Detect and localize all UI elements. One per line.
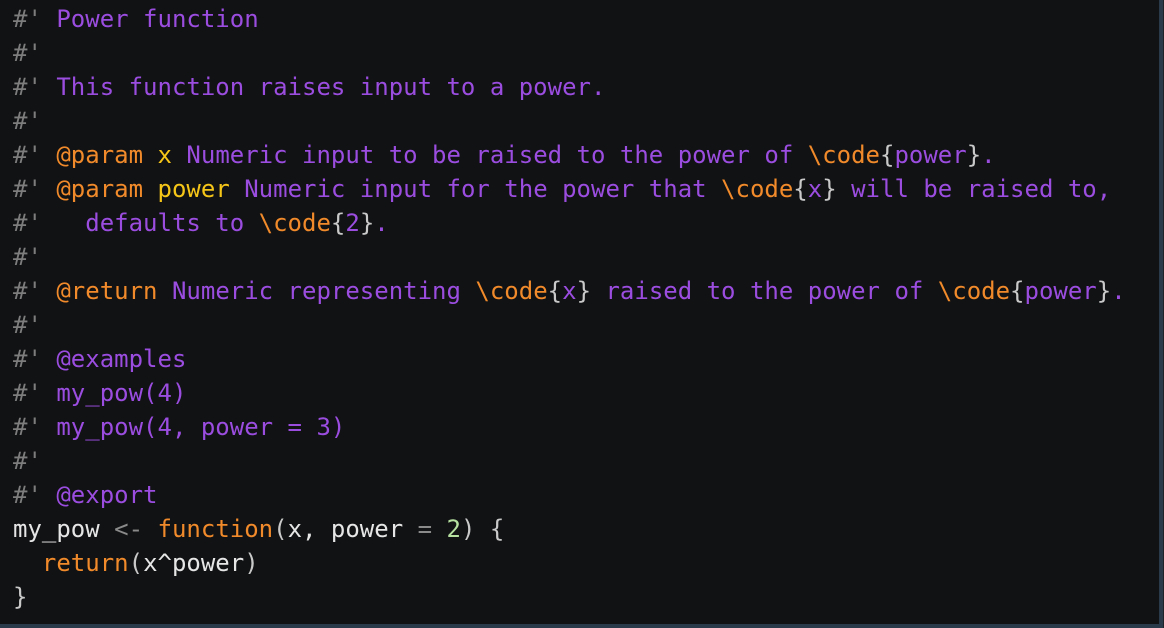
code-token-cmd: \code [807, 141, 880, 169]
code-token-hash: #' [13, 73, 42, 101]
code-line[interactable]: return(x^power) [13, 546, 1126, 580]
code-token-hash: #' [13, 5, 42, 33]
code-token-ident: x, power [287, 515, 418, 543]
code-line[interactable]: #' @param x Numeric input to be raised t… [13, 138, 1126, 172]
code-line[interactable]: #' @export [13, 478, 1126, 512]
code-token-comment: . [374, 209, 389, 237]
code-token-ident [143, 515, 157, 543]
code-token-tag: @param [56, 175, 144, 203]
code-token-brace: { [547, 277, 563, 305]
code-token-punc: ( [273, 515, 288, 543]
code-token-comment: 2 [345, 209, 360, 237]
code-token-comment: Numeric input for the power that [229, 175, 722, 203]
code-token-ident: x^power [143, 549, 245, 577]
code-token-hash: #' [13, 141, 42, 169]
code-token-brace: } [576, 277, 592, 305]
code-editor[interactable]: #' Power function #' #' This function rais… [0, 0, 1163, 628]
code-token-hash: #' [13, 209, 42, 237]
code-token-tag: @param [56, 141, 144, 169]
code-line[interactable]: #' @param power Numeric input for the po… [13, 172, 1126, 206]
code-token-comment: Numeric input to be raised to the power … [171, 141, 808, 169]
code-token-brace: { [793, 175, 808, 203]
code-token-comment [42, 345, 56, 373]
code-token-comment [42, 277, 56, 305]
code-line[interactable]: } [13, 580, 1126, 614]
code-token-brace: } [1096, 277, 1112, 305]
code-token-comment: Numeric representing [157, 277, 476, 305]
code-token-comment: @examples [56, 345, 187, 373]
code-token-punc: } [13, 583, 28, 611]
code-token-comment: . [981, 141, 996, 169]
code-token-comment: @export [56, 481, 158, 509]
code-token-hash: #' [13, 175, 42, 203]
code-line[interactable]: #' @examples [13, 342, 1126, 376]
code-token-comment: x [562, 277, 577, 305]
code-token-hash: #' [13, 39, 42, 67]
code-token-cmd: \code [258, 209, 331, 237]
code-token-num: 2 [446, 515, 461, 543]
code-token-hash: #' [13, 107, 42, 135]
code-token-ident [432, 515, 446, 543]
code-token-tag: @return [56, 277, 158, 305]
code-line[interactable]: #' @return Numeric representing \code{x}… [13, 274, 1126, 308]
code-line[interactable]: #' Power function [13, 2, 1126, 36]
code-area[interactable]: #' Power function #' #' This function rais… [13, 2, 1126, 614]
code-line[interactable]: #' This function raises input to a power… [13, 70, 1126, 104]
code-token-hash: #' [13, 413, 42, 441]
code-token-comment: power [1024, 277, 1097, 305]
code-token-hash: #' [13, 379, 42, 407]
code-token-comment: x [807, 175, 823, 203]
code-token-param: x [157, 141, 172, 169]
code-token-comment [42, 141, 56, 169]
code-token-comment: defaults to [41, 209, 259, 237]
code-token-comment: raised to the power of [591, 277, 938, 305]
code-line[interactable]: #' [13, 104, 1126, 138]
code-token-hash: #' [13, 481, 42, 509]
code-token-comment: This function raises input to a power. [41, 73, 606, 101]
code-token-ident: my_pow [13, 515, 115, 543]
code-token-comment: will be raised to, [836, 175, 1112, 203]
code-token-brace: { [879, 141, 895, 169]
code-token-kw: function [157, 515, 274, 543]
code-token-hash: #' [13, 243, 42, 271]
code-line[interactable]: #' [13, 444, 1126, 478]
code-token-punc: ) [244, 549, 259, 577]
code-token-brace: { [1010, 277, 1025, 305]
code-token-op: = [417, 515, 433, 543]
code-token-param: power [157, 175, 230, 203]
code-token-hash: #' [13, 311, 42, 339]
code-token-hash: #' [13, 345, 42, 373]
code-token-comment: Power function [41, 5, 259, 33]
code-line[interactable]: #' [13, 36, 1126, 70]
code-token-comment: . [1111, 277, 1126, 305]
code-line[interactable]: #' my_pow(4, power = 3) [13, 410, 1126, 444]
code-token-hash: #' [13, 277, 42, 305]
code-line[interactable]: #' [13, 240, 1126, 274]
code-line[interactable]: #' defaults to \code{2}. [13, 206, 1126, 240]
code-line[interactable]: #' [13, 308, 1126, 342]
code-token-hash: #' [13, 447, 42, 475]
code-token-brace: } [822, 175, 837, 203]
code-token-cmd: \code [937, 277, 1011, 305]
code-token-ident [13, 549, 42, 577]
code-token-op: <- [114, 515, 144, 543]
code-token-comment: my_pow(4, power = 3) [41, 413, 346, 441]
code-line[interactable]: my_pow <- function(x, power = 2) { [13, 512, 1126, 546]
code-token-comment: power [894, 141, 967, 169]
code-token-punc: ( [128, 549, 144, 577]
code-token-cmd: \code [721, 175, 794, 203]
code-token-kw: return [41, 549, 129, 577]
code-token-cmd: \code [475, 277, 548, 305]
code-token-brace: } [966, 141, 982, 169]
code-line[interactable]: #' my_pow(4) [13, 376, 1126, 410]
code-token-comment: my_pow(4) [41, 379, 187, 407]
code-token-brace: } [359, 209, 375, 237]
code-token-comment [143, 141, 157, 169]
code-token-comment [42, 175, 56, 203]
code-token-comment [42, 481, 56, 509]
code-token-comment [143, 175, 157, 203]
code-token-brace: { [330, 209, 346, 237]
code-token-punc: ) { [460, 515, 505, 543]
